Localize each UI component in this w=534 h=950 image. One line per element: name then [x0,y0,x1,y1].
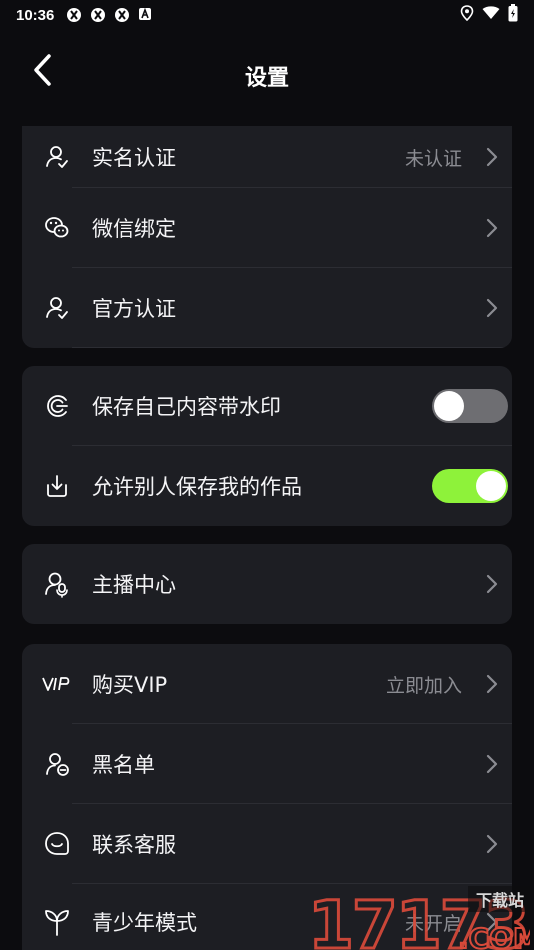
chevron-right-icon [472,834,512,854]
chevron-right-icon [472,754,512,774]
watermark-toggle[interactable] [432,389,508,423]
streamer-center-row[interactable]: 主播中心 [22,544,512,624]
chevron-right-icon [472,574,512,594]
svg-text:下载站: 下载站 [476,891,524,910]
customer-service-icon [22,830,92,858]
allow-others-save-row: 允许别人保存我的作品 [22,446,512,526]
svg-text:.COM: .COM [458,922,530,950]
divider [72,347,512,348]
row-label: 黑名单 [92,753,155,777]
app-notification-icon [66,7,82,23]
streamer-icon [22,570,92,598]
battery-icon [508,4,518,26]
row-value: 未认证 [404,147,462,170]
location-icon [460,5,474,25]
account-section: 实名认证 未认证 微信绑定 官方认证 [22,126,512,348]
row-value: 立即加入 [385,674,462,697]
chevron-right-icon [472,147,512,167]
a-notification-icon [138,7,154,23]
real-name-verification-row[interactable]: 实名认证 未认证 [22,126,512,188]
toggle-knob [434,391,464,421]
row-label: 购买VIP [92,673,168,697]
blacklist-icon [22,751,92,777]
status-time: 10:36 [16,6,55,24]
chevron-right-icon [472,218,512,238]
chevron-right-icon [472,674,512,694]
sprout-icon [22,908,92,936]
user-verify-icon [22,144,92,170]
status-right-icons [460,4,518,26]
download-icon [22,473,92,499]
chevron-right-icon [472,298,512,318]
page-title: 设置 [244,66,289,91]
toggle-knob [476,471,506,501]
wechat-binding-row[interactable]: 微信绑定 [22,188,512,268]
save-settings-section: 保存自己内容带水印 允许别人保存我的作品 [22,366,512,526]
customer-service-row[interactable]: 联系客服 [22,804,512,884]
row-label: 官方认证 [92,297,176,321]
allow-save-toggle[interactable] [432,469,508,503]
row-label: 主播中心 [92,573,176,597]
row-label: 允许别人保存我的作品 [92,475,302,499]
row-label: 联系客服 [92,833,176,857]
official-verification-row[interactable]: 官方认证 [22,268,512,348]
wechat-icon [22,215,92,241]
wifi-icon [482,6,500,24]
streamer-section: 主播中心 [22,544,512,624]
buy-vip-row[interactable]: 购买VIP 立即加入 [22,644,512,724]
user-official-icon [22,295,92,321]
watermark-icon [22,393,92,419]
blacklist-row[interactable]: 黑名单 [22,724,512,804]
status-bar: 10:36 [0,0,534,30]
row-label: 微信绑定 [92,217,176,241]
app-notification-icon [114,7,130,23]
header: 设置 [0,40,534,106]
notification-icons [66,7,154,23]
app-notification-icon [90,7,106,23]
save-watermark-row: 保存自己内容带水印 [22,366,512,446]
site-watermark-logo: 17173 下载站 .COM [307,886,534,950]
row-label: 保存自己内容带水印 [92,395,281,419]
vip-icon [22,676,92,692]
row-label: 实名认证 [92,146,176,170]
